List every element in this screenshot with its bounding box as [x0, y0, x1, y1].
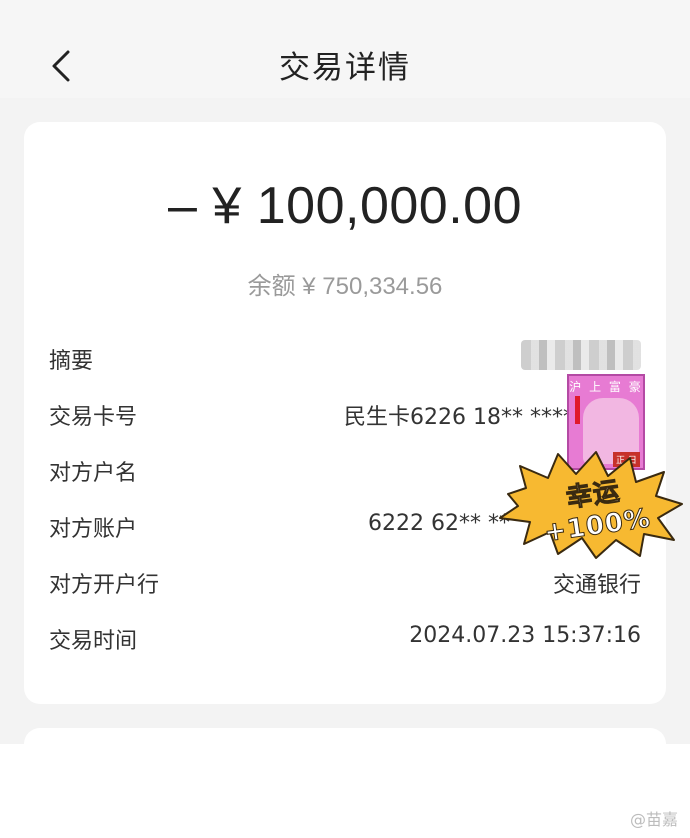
transaction-amount: – ¥ 100,000.00 [168, 177, 522, 235]
row-label-transaction-time: 交易时间 [49, 629, 138, 654]
row-label-payee-bank: 对方开户行 [49, 573, 160, 598]
page-title: 交易详情 [279, 50, 411, 86]
sticker-red-bar [575, 396, 580, 424]
card-number-value: 民生卡6226 18** **** [344, 405, 574, 430]
transaction-time-value: 2024.07.23 15:37:16 [409, 623, 641, 648]
bottom-area [0, 744, 690, 838]
watermark: @苗嘉 [629, 810, 678, 829]
row-label-summary: 摘要 [49, 349, 94, 374]
balance-text: 余额 ¥ 750,334.56 [247, 273, 443, 300]
blurred-summary-value [521, 340, 641, 370]
payee-account-value: 6222 62** ** [368, 511, 510, 536]
row-label-card-number: 交易卡号 [49, 405, 138, 430]
sticker-photo-title: 沪 上 富 豪 [569, 380, 643, 394]
row-label-payee-account: 对方账户 [49, 517, 138, 542]
payee-bank-value: 交通银行 [552, 573, 641, 598]
row-label-payee-name: 对方户名 [49, 461, 138, 486]
